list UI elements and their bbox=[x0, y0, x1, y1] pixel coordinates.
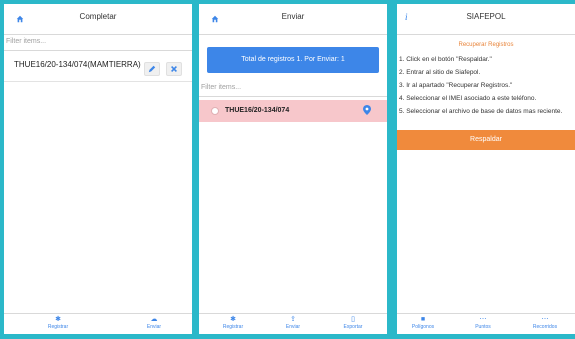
pencil-icon bbox=[148, 65, 156, 73]
instruction-step: 4. Seleccionar el IMEI asociado a este t… bbox=[399, 95, 537, 102]
cloud-upload-icon: ☁ bbox=[150, 316, 158, 323]
filter-input[interactable]: Filter items... bbox=[4, 35, 192, 51]
list-item[interactable]: THUE16/20-134/074 bbox=[199, 100, 387, 122]
edit-button[interactable] bbox=[144, 62, 160, 76]
instruction-step: 3. Ir al apartado "Recuperar Registros." bbox=[399, 82, 513, 89]
page-title: SIAFEPOL bbox=[466, 12, 506, 21]
dots-icon: ⋯ bbox=[479, 316, 487, 323]
radio-button[interactable] bbox=[211, 107, 219, 115]
nav-puntos[interactable]: ⋯ Puntos bbox=[463, 316, 503, 330]
list-item[interactable]: THUE16/20-134/074(MAMTIERRA) bbox=[4, 51, 192, 82]
filter-input[interactable]: Filter items... bbox=[199, 81, 387, 97]
nav-exportar[interactable]: ▯ Exportar bbox=[333, 316, 373, 330]
nav-registrar[interactable]: ✱ Registrar bbox=[38, 316, 78, 330]
siafepol-screen: i SIAFEPOL Recuperar Registros 1. Click … bbox=[397, 4, 575, 334]
header: Enviar bbox=[199, 4, 387, 35]
upload-icon: ⇪ bbox=[290, 316, 296, 323]
nav-recorridos[interactable]: ⋯ Recorridos bbox=[525, 316, 565, 330]
bottom-nav: ✱ Registrar ⇪ Enviar ▯ Exportar bbox=[199, 313, 387, 334]
completar-screen: Completar Filter items... THUE16/20-134/… bbox=[4, 4, 192, 334]
send-records-button[interactable]: Total de registros 1. Por Enviar: 1 bbox=[207, 47, 379, 73]
nav-enviar[interactable]: ☁ Enviar bbox=[134, 316, 174, 330]
page-subtitle: Recuperar Registros bbox=[458, 42, 514, 48]
enviar-screen: Enviar Total de registros 1. Por Enviar:… bbox=[199, 4, 387, 334]
gear-icon: ✱ bbox=[55, 316, 61, 323]
gear-icon: ✱ bbox=[230, 316, 236, 323]
bottom-nav: ■ Polígonos ⋯ Puntos ⋯ Recorridos bbox=[397, 313, 575, 334]
nav-poligonos[interactable]: ■ Polígonos bbox=[403, 316, 443, 330]
item-label: THUE16/20-134/074 bbox=[225, 107, 290, 114]
page-title: Completar bbox=[79, 12, 117, 21]
item-label: THUE16/20-134/074(MAMTIERRA) bbox=[14, 60, 141, 69]
instruction-step: 5. Seleccionar el archivo de base de dat… bbox=[399, 108, 563, 115]
close-icon bbox=[171, 66, 177, 72]
header: Completar bbox=[4, 4, 192, 35]
respaldar-button[interactable]: Respaldar bbox=[397, 130, 575, 150]
page-title: Enviar bbox=[281, 12, 305, 21]
map-pin-icon[interactable] bbox=[363, 105, 371, 115]
nav-enviar[interactable]: ⇪ Enviar bbox=[273, 316, 313, 330]
square-icon: ■ bbox=[420, 316, 426, 323]
file-icon: ▯ bbox=[351, 316, 355, 323]
bottom-nav: ✱ Registrar ☁ Enviar bbox=[4, 313, 192, 334]
instruction-step: 2. Entrar al sitio de Siafepol. bbox=[399, 69, 481, 76]
nav-registrar[interactable]: ✱ Registrar bbox=[213, 316, 253, 330]
route-icon: ⋯ bbox=[541, 316, 549, 323]
instruction-step: 1. Click en el botón "Respaldar." bbox=[399, 56, 492, 63]
delete-button[interactable] bbox=[166, 62, 182, 76]
header: i SIAFEPOL bbox=[397, 4, 575, 35]
